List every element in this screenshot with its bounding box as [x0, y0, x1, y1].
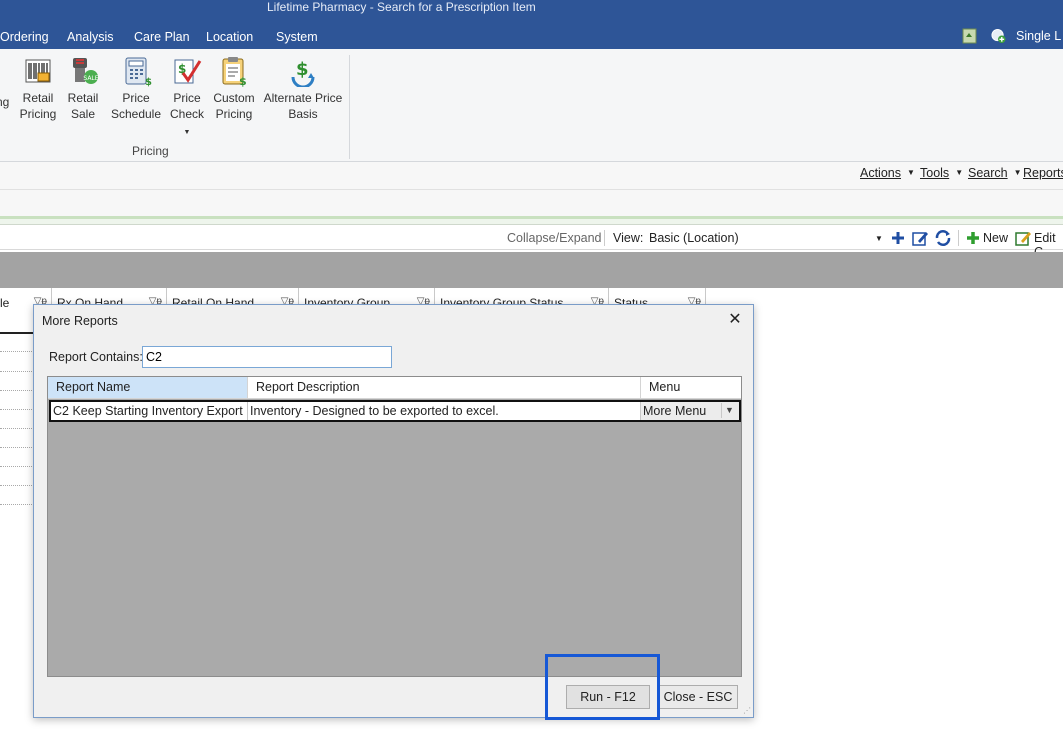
svg-text:$: $ [296, 59, 309, 80]
search-menu-label: Search [968, 166, 1008, 180]
clipboard-dollar-icon: $ [222, 57, 247, 87]
retail-pricing-line2: Pricing [19, 107, 57, 121]
resize-grip-icon[interactable]: ⋰ [743, 706, 751, 715]
user-mode-label[interactable]: Single L [1016, 29, 1061, 43]
calculator-icon: $ [125, 57, 152, 87]
refresh-icon[interactable] [934, 229, 952, 247]
new-button[interactable]: New [983, 231, 1008, 245]
globe-add-icon[interactable] [991, 28, 1006, 44]
menu-ordering[interactable]: Ordering [0, 29, 49, 45]
reports-grid: Report Name Report Description Menu C2 K… [47, 376, 742, 677]
plus-icon[interactable] [964, 229, 982, 247]
reports-menu[interactable]: Reports [1023, 166, 1063, 180]
menu-system[interactable]: System [276, 29, 318, 45]
close-button[interactable]: Close - ESC [658, 685, 738, 709]
price-check-button[interactable]: $ Price Check ▼ [166, 55, 208, 138]
view-label: View: [613, 231, 644, 245]
collapse-expand-button[interactable]: Collapse/Expand [507, 231, 602, 245]
chevron-down-icon[interactable]: ▼ [875, 234, 883, 243]
retail-sale-line2: Sale [70, 107, 96, 121]
menu-analysis[interactable]: Analysis [67, 29, 114, 45]
column-header-menu[interactable]: Menu [641, 377, 741, 398]
sale-scanner-icon: SALE [73, 58, 99, 84]
chevron-down-icon: ▼ [955, 168, 964, 177]
divider-band [0, 219, 1063, 225]
toolbar-spacer [0, 190, 1063, 216]
table-row [0, 390, 34, 391]
price-check-icon: $ [174, 59, 202, 84]
table-row [0, 504, 34, 505]
actions-bar: Actions ▼ Tools ▼ Search ▼ Reports [0, 162, 1063, 190]
price-schedule-line2: Schedule [110, 107, 162, 121]
custom-pricing-line2: Pricing [215, 107, 253, 121]
alternate-price-basis-line1: Alternate Price [263, 91, 343, 105]
chevron-down-icon: ▼ [1013, 168, 1022, 177]
custom-pricing-button[interactable]: $ Custom Pricing [210, 55, 258, 122]
retail-sale-button[interactable]: SALE Retail Sale [63, 55, 103, 122]
table-row [0, 447, 34, 448]
price-schedule-button[interactable]: $ Price Schedule [108, 55, 164, 122]
view-toolbar: Collapse/Expand View: Basic (Location) ▼… [0, 226, 1063, 259]
reports-grid-header: Report Name Report Description Menu [48, 377, 741, 399]
group-by-area [0, 252, 1063, 288]
table-row [0, 466, 34, 467]
run-button-highlight [545, 654, 660, 720]
svg-text:SALE: SALE [83, 75, 98, 82]
menu-select-value: More Menu [643, 404, 707, 418]
alternate-price-basis-line2: Basis [288, 107, 318, 121]
ribbon-partial-label[interactable]: ng [0, 94, 9, 110]
toolbar-divider [604, 230, 605, 246]
retail-pricing-button[interactable]: Retail Pricing [18, 55, 58, 122]
ribbon-separator [349, 55, 350, 159]
alternate-price-basis-button[interactable]: $ Alternate Price Basis [262, 55, 344, 122]
report-contains-input[interactable] [142, 346, 392, 368]
edit-icon[interactable] [1014, 229, 1032, 247]
table-row[interactable]: C2 Keep Starting Inventory Export Invent… [49, 400, 741, 422]
recycle-icon[interactable] [962, 28, 977, 44]
barcode-icon [25, 59, 51, 83]
ribbon: ng Retail Pricing SALE Retail Sale $ Pri… [0, 49, 1063, 162]
tools-menu[interactable]: Tools ▼ [920, 166, 963, 180]
column-header-report-name[interactable]: Report Name [48, 377, 248, 398]
chevron-down-icon[interactable]: ▼ [721, 403, 737, 418]
table-row [0, 409, 34, 410]
edit-icon[interactable] [911, 229, 929, 247]
view-select[interactable]: Basic (Location) [649, 231, 739, 245]
svg-text:$: $ [145, 77, 152, 87]
report-description-cell[interactable]: Inventory - Designed to be exported to e… [248, 402, 641, 420]
menu-location[interactable]: Location [206, 29, 253, 45]
chevron-down-icon: ▼ [907, 168, 915, 177]
table-row [0, 485, 34, 486]
table-row [0, 371, 34, 372]
column-header-label: le [0, 296, 10, 310]
reports-menu-label: Reports [1023, 166, 1063, 180]
actions-menu[interactable]: Actions ▼ [860, 166, 915, 180]
actions-menu-label: Actions [860, 166, 901, 180]
report-name-cell[interactable]: C2 Keep Starting Inventory Export [51, 402, 248, 420]
tools-menu-label: Tools [920, 166, 950, 180]
menu-care-plan[interactable]: Care Plan [134, 29, 190, 45]
window-title: Lifetime Pharmacy - Search for a Prescri… [267, 0, 536, 14]
table-row [0, 351, 34, 352]
price-schedule-line1: Price [122, 91, 150, 105]
dialog-title: More Reports [42, 314, 118, 328]
search-menu[interactable]: Search ▼ [968, 166, 1022, 180]
retail-pricing-line1: Retail [22, 91, 54, 105]
close-icon[interactable]: ✕ [725, 310, 745, 330]
price-check-line2: Check [169, 107, 204, 121]
column-header-report-description[interactable]: Report Description [248, 377, 641, 398]
chevron-down-icon: ▼ [183, 129, 191, 136]
dollar-refresh-icon: $ [291, 59, 315, 87]
custom-pricing-line1: Custom [213, 91, 255, 105]
svg-text:$: $ [239, 75, 247, 87]
title-bar: Lifetime Pharmacy - Search for a Prescri… [0, 0, 1063, 49]
ribbon-group-pricing: Pricing [132, 144, 169, 158]
toolbar-divider [958, 230, 959, 246]
plus-icon[interactable] [889, 229, 907, 247]
price-check-line1: Price [173, 91, 201, 105]
table-row [0, 428, 34, 429]
selected-row-marker [0, 332, 34, 334]
report-contains-label: Report Contains: [49, 350, 143, 364]
retail-sale-line1: Retail [67, 91, 99, 105]
